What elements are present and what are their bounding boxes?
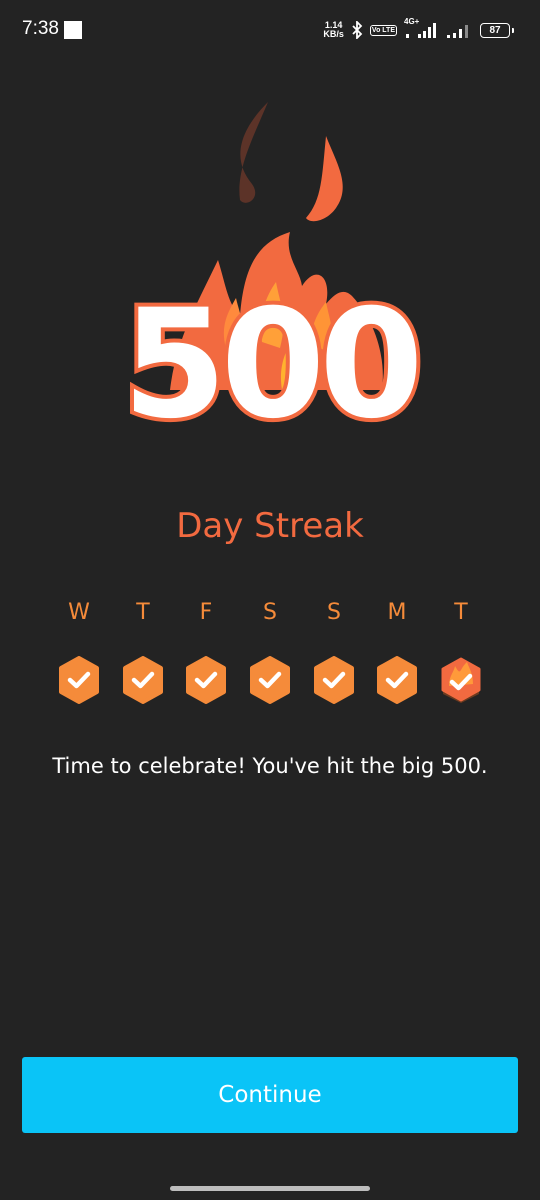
signal-strength-icon: 4G+ [404,18,438,40]
day-label-thursday: T [136,600,150,625]
status-bar: 7:38 1.14 KB/s Vo LTE 4G+ 87 [0,0,540,60]
status-icons: 1.14 KB/s Vo LTE 4G+ 87 [323,18,514,42]
streak-label: Day Streak [176,506,364,546]
week-progress [48,656,492,706]
continue-button[interactable]: Continue [22,1057,518,1133]
battery-icon: 87 [480,22,514,38]
day-label-sunday: S [327,600,341,625]
day-label-monday: M [387,600,407,625]
day-label-today: T [454,600,468,625]
check-badge-icon [250,656,290,704]
network-speed: 1.14 KB/s [323,21,344,39]
day-label-friday: F [199,600,213,625]
day-label-saturday: S [263,600,277,625]
check-badge-icon [123,656,163,704]
week-day-labels: W T F S S M T [48,600,492,630]
day-label-wednesday: W [68,600,90,625]
signal-strength-2-icon [445,20,473,40]
volte-icon: Vo LTE [369,24,397,36]
bluetooth-icon [351,21,363,39]
network-speed-unit: KB/s [323,29,344,39]
streak-celebration-screen: 7:38 1.14 KB/s Vo LTE 4G+ 87 500 Day Str… [0,0,540,1200]
celebration-message: Time to celebrate! You've hit the big 50… [52,754,488,778]
status-time: 7:38 [22,18,59,39]
streak-count: 500 [118,278,427,452]
check-badge-icon [377,656,417,704]
check-badge-icon [314,656,354,704]
notification-icon [64,21,82,39]
check-badge-icon [59,656,99,704]
check-badge-icon [186,656,226,704]
smoke-wisp [239,102,268,203]
ember-flame [306,136,343,222]
home-indicator[interactable] [170,1186,370,1191]
flame-check-badge-icon [441,657,481,703]
